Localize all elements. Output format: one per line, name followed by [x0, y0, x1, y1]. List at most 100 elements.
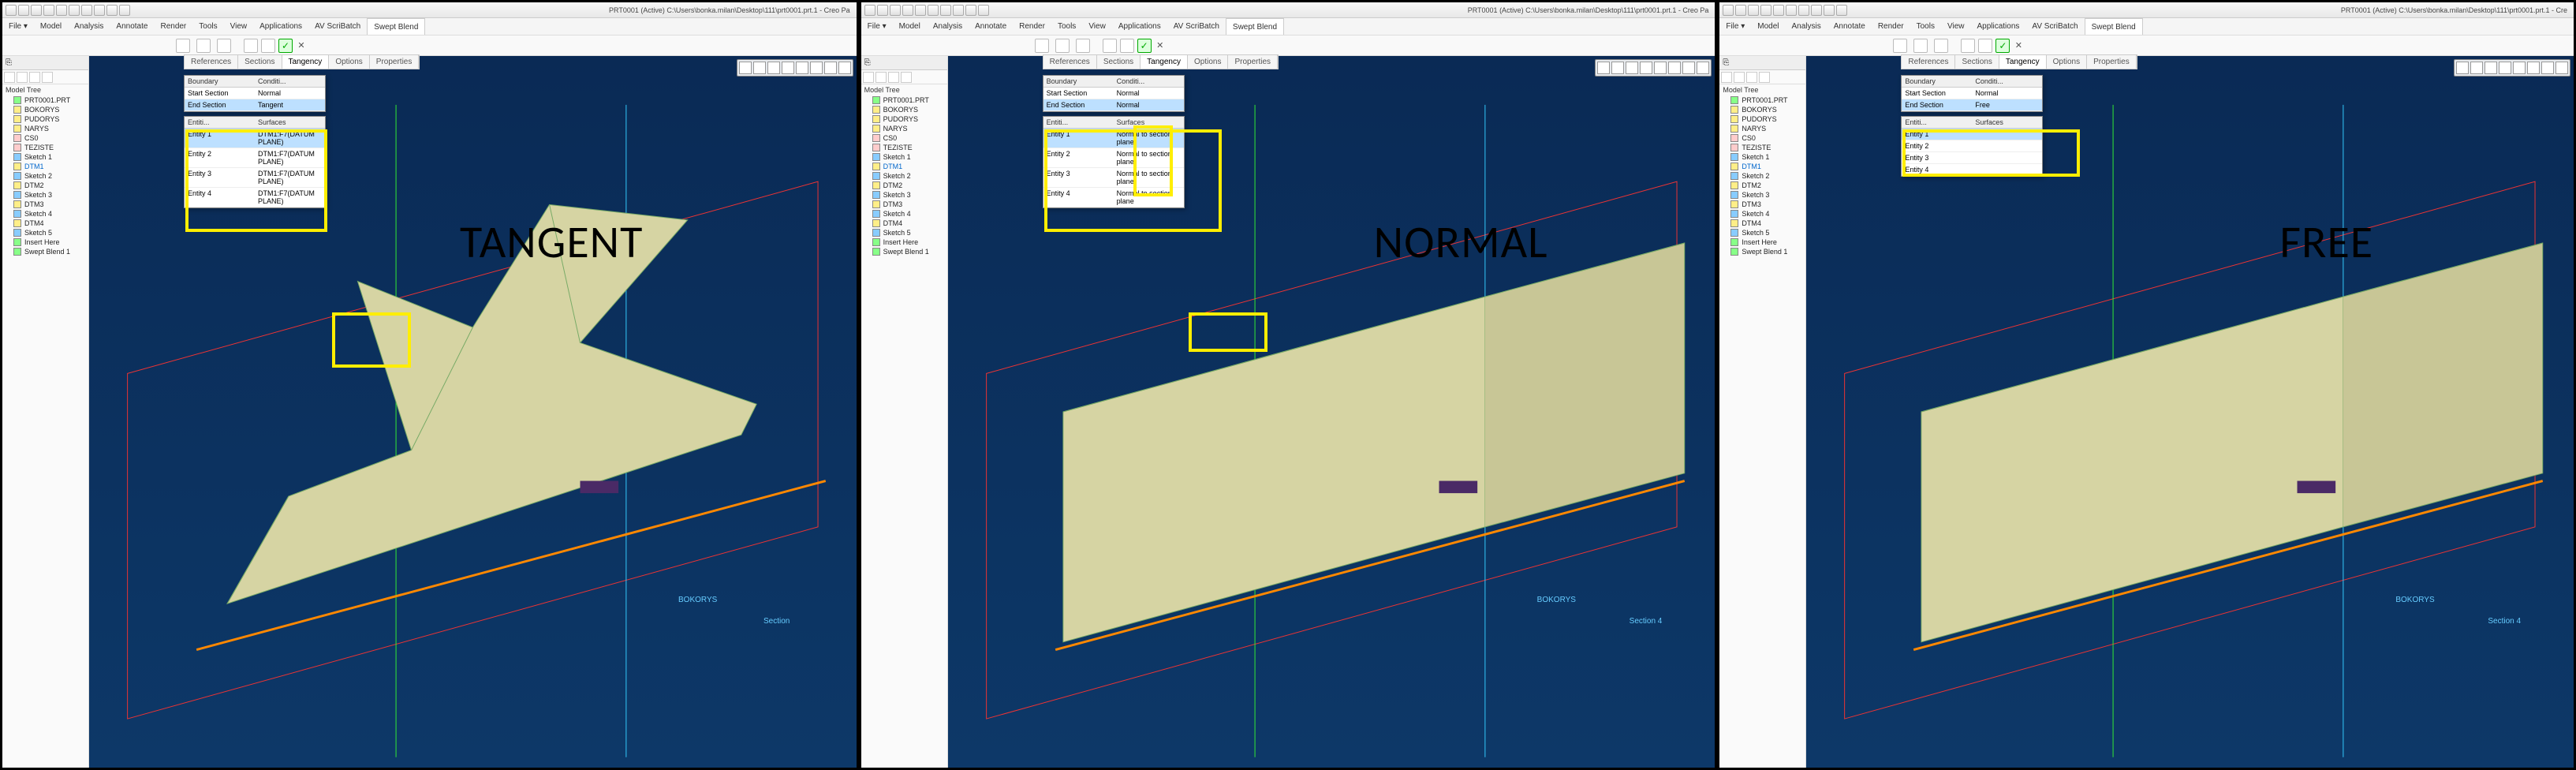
- tree-item[interactable]: TEZISTE: [2, 143, 88, 152]
- tree-item[interactable]: Sketch 5: [1719, 228, 1805, 237]
- qat-icon[interactable]: [1824, 5, 1835, 16]
- tree-item[interactable]: DTM2: [1719, 181, 1805, 190]
- tree-item[interactable]: PUDORYS: [2, 114, 88, 124]
- menu-item[interactable]: Swept Blend: [367, 18, 425, 35]
- menu-item[interactable]: Annotate: [110, 18, 154, 35]
- menu-item[interactable]: Render: [1013, 18, 1051, 35]
- viewport[interactable]: ReferencesSectionsTangencyOptionsPropert…: [89, 56, 857, 768]
- tree-item[interactable]: PUDORYS: [1719, 114, 1805, 124]
- qat-icon[interactable]: [106, 5, 118, 16]
- tree-item[interactable]: Sketch 4: [1719, 209, 1805, 219]
- dash-icon[interactable]: [1035, 39, 1049, 53]
- cancel-button[interactable]: ✕: [2013, 40, 2024, 51]
- tree-item[interactable]: Sketch 2: [861, 171, 947, 181]
- tree-tool-icon[interactable]: [1759, 72, 1770, 83]
- menu-item[interactable]: Swept Blend: [2085, 18, 2143, 35]
- tree-item[interactable]: CS0: [861, 133, 947, 143]
- tree-item[interactable]: DTM3: [2, 200, 88, 209]
- tree-item[interactable]: BOKORYS: [2, 105, 88, 114]
- play-icon[interactable]: [261, 39, 275, 53]
- tree-item[interactable]: DTM1: [1719, 162, 1805, 171]
- menu-item[interactable]: File ▾: [1719, 18, 1751, 35]
- qat-icon[interactable]: [6, 5, 17, 16]
- menu-item[interactable]: Swept Blend: [1226, 18, 1284, 35]
- tree-item[interactable]: PUDORYS: [861, 114, 947, 124]
- tree-item[interactable]: TEZISTE: [1719, 143, 1805, 152]
- qat-icon[interactable]: [56, 5, 67, 16]
- tree-tool-icon[interactable]: [1721, 72, 1732, 83]
- dash-icon[interactable]: [217, 39, 231, 53]
- tree-item[interactable]: Sketch 1: [861, 152, 947, 162]
- model-tree-toggle[interactable]: ⎘: [1719, 56, 1805, 70]
- tree-item[interactable]: Swept Blend 1: [2, 247, 88, 256]
- menu-item[interactable]: View: [1082, 18, 1112, 35]
- qat-icon[interactable]: [43, 5, 54, 16]
- qat-icon[interactable]: [864, 5, 875, 16]
- dash-icon[interactable]: [176, 39, 190, 53]
- menu-item[interactable]: Annotate: [969, 18, 1013, 35]
- tree-item[interactable]: Sketch 1: [2, 152, 88, 162]
- qat-icon[interactable]: [877, 5, 888, 16]
- tree-tool-icon[interactable]: [863, 72, 874, 83]
- menu-item[interactable]: File ▾: [861, 18, 893, 35]
- tree-item[interactable]: PRT0001.PRT: [1719, 95, 1805, 105]
- tree-item[interactable]: BOKORYS: [861, 105, 947, 114]
- pause-icon[interactable]: [1961, 39, 1975, 53]
- qat-icon[interactable]: [928, 5, 939, 16]
- qat-icon[interactable]: [953, 5, 964, 16]
- qat-icon[interactable]: [1798, 5, 1809, 16]
- menu-item[interactable]: Model: [893, 18, 927, 35]
- menu-item[interactable]: File ▾: [2, 18, 34, 35]
- tree-item[interactable]: NARYS: [861, 124, 947, 133]
- tree-item[interactable]: DTM3: [1719, 200, 1805, 209]
- qat-icon[interactable]: [1836, 5, 1847, 16]
- tree-tool-icon[interactable]: [1746, 72, 1757, 83]
- dash-icon[interactable]: [196, 39, 211, 53]
- tree-tool-icon[interactable]: [17, 72, 28, 83]
- menu-item[interactable]: Analysis: [68, 18, 110, 35]
- qat-icon[interactable]: [94, 5, 105, 16]
- menu-item[interactable]: Model: [1751, 18, 1785, 35]
- tree-item[interactable]: Swept Blend 1: [861, 247, 947, 256]
- cancel-button[interactable]: ✕: [1155, 40, 1166, 51]
- tree-item[interactable]: BOKORYS: [1719, 105, 1805, 114]
- tree-item[interactable]: Sketch 2: [2, 171, 88, 181]
- tree-item[interactable]: DTM1: [861, 162, 947, 171]
- qat-icon[interactable]: [890, 5, 901, 16]
- qat-icon[interactable]: [81, 5, 92, 16]
- tree-item[interactable]: DTM3: [861, 200, 947, 209]
- tree-tool-icon[interactable]: [888, 72, 899, 83]
- menu-item[interactable]: Render: [154, 18, 192, 35]
- menu-item[interactable]: Analysis: [1786, 18, 1827, 35]
- tree-item[interactable]: NARYS: [1719, 124, 1805, 133]
- qat-icon[interactable]: [1735, 5, 1746, 16]
- viewport[interactable]: ReferencesSectionsTangencyOptionsPropert…: [1806, 56, 2574, 768]
- pause-icon[interactable]: [244, 39, 258, 53]
- menu-item[interactable]: View: [1941, 18, 1971, 35]
- menu-item[interactable]: AV ScriBatch: [2025, 18, 2084, 35]
- dash-icon[interactable]: [1934, 39, 1948, 53]
- model-tree-toggle[interactable]: ⎘: [861, 56, 947, 70]
- menu-item[interactable]: Model: [34, 18, 68, 35]
- tree-item[interactable]: NARYS: [2, 124, 88, 133]
- menu-item[interactable]: AV ScriBatch: [308, 18, 367, 35]
- menu-item[interactable]: AV ScriBatch: [1167, 18, 1226, 35]
- qat-icon[interactable]: [18, 5, 29, 16]
- dash-icon[interactable]: [1893, 39, 1907, 53]
- tree-item[interactable]: Sketch 5: [861, 228, 947, 237]
- tree-item[interactable]: TEZISTE: [861, 143, 947, 152]
- tree-item[interactable]: DTM4: [861, 219, 947, 228]
- tree-tool-icon[interactable]: [901, 72, 912, 83]
- qat-icon[interactable]: [1811, 5, 1822, 16]
- qat-icon[interactable]: [1773, 5, 1784, 16]
- tree-item[interactable]: Sketch 5: [2, 228, 88, 237]
- play-icon[interactable]: [1978, 39, 1992, 53]
- qat-icon[interactable]: [1723, 5, 1734, 16]
- menu-item[interactable]: Render: [1872, 18, 1910, 35]
- menu-item[interactable]: View: [224, 18, 254, 35]
- tree-item[interactable]: PRT0001.PRT: [861, 95, 947, 105]
- qat-icon[interactable]: [1748, 5, 1759, 16]
- menu-item[interactable]: Applications: [1970, 18, 2025, 35]
- tree-item[interactable]: Sketch 3: [1719, 190, 1805, 200]
- tree-item[interactable]: Sketch 3: [2, 190, 88, 200]
